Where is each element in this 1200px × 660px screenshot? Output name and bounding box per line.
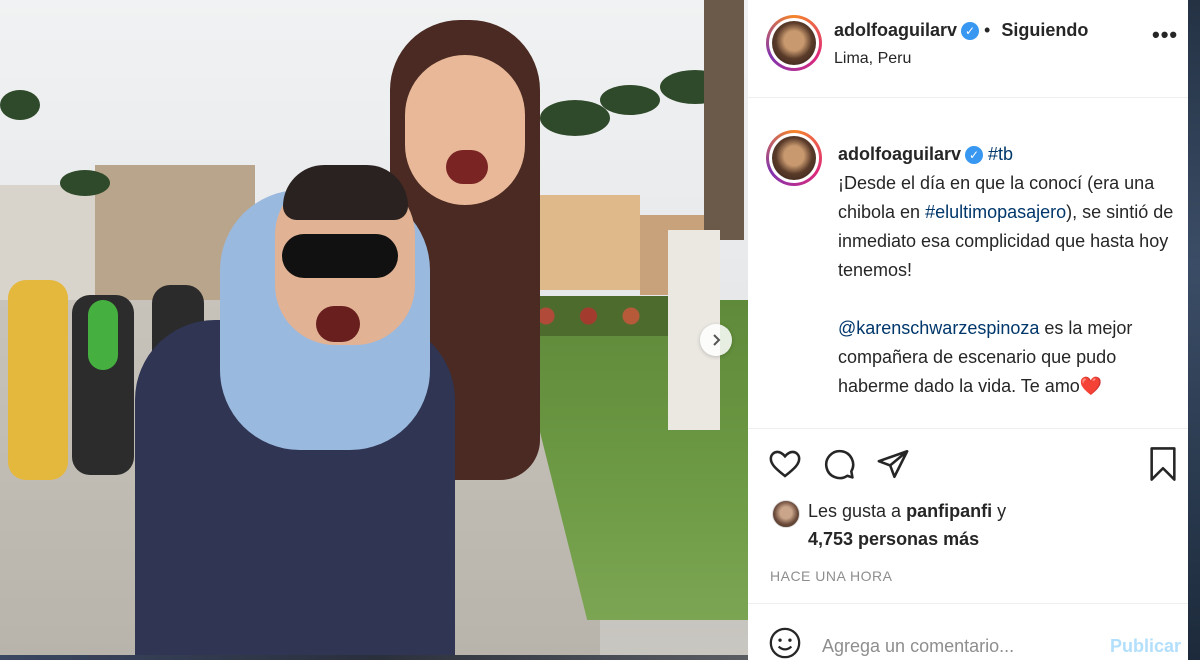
photo-palm (60, 170, 110, 196)
author-avatar[interactable] (766, 15, 822, 71)
divider (748, 428, 1188, 429)
likes-suffix: y (992, 501, 1007, 521)
post-header: adolfoaguilarv ✓ • Siguiendo Lima, Peru •… (748, 0, 1188, 98)
author-username[interactable]: adolfoaguilarv (834, 20, 957, 40)
post-photo[interactable] (0, 0, 748, 655)
chevron-right-icon (713, 334, 721, 346)
post-caption: adolfoaguilarv ✓ #tb ¡Desde el día en que… (838, 140, 1178, 401)
next-image-button[interactable] (700, 324, 732, 356)
separator-dot: • (979, 20, 996, 40)
photo-tree-trunk (704, 0, 744, 240)
hashtag-link[interactable]: #tb (988, 144, 1013, 164)
photo-sunglasses (282, 234, 398, 278)
likes-line: Les gusta a panfipanfi y (808, 501, 1006, 522)
photo-palm (600, 85, 660, 115)
verified-icon: ✓ (961, 22, 980, 41)
post-side-panel: adolfoaguilarv ✓ • Siguiendo Lima, Peru •… (748, 0, 1188, 660)
likes-summary: Les gusta a panfipanfi y 4,753 personas … (772, 498, 1172, 558)
share-icon[interactable] (876, 447, 910, 481)
photo-palm (0, 90, 40, 120)
liker-avatar[interactable] (772, 500, 800, 528)
location-link[interactable]: Lima, Peru (834, 50, 911, 68)
emoji-icon[interactable] (768, 626, 802, 660)
publish-button[interactable]: Publicar (1110, 636, 1181, 657)
photo-bystander (8, 280, 68, 480)
comment-input[interactable]: Agrega un comentario... (822, 636, 1014, 657)
caption-author-avatar[interactable] (766, 130, 822, 186)
heart-emoji: ❤️ (1079, 376, 1103, 396)
caption-author-username[interactable]: adolfoaguilarv (838, 144, 961, 164)
likes-prefix: Les gusta a (808, 501, 907, 521)
bookmark-icon[interactable] (1146, 445, 1180, 483)
hashtag-link[interactable]: #elultimopasajero (925, 202, 1066, 222)
photo-man-mouth (316, 306, 360, 342)
post-timestamp[interactable]: HACE UNA HORA (770, 568, 892, 584)
verified-icon: ✓ (965, 146, 984, 165)
photo-man-hair (283, 165, 408, 220)
liker-username[interactable]: panfipanfi (906, 501, 992, 521)
photo-woman-mouth (446, 150, 488, 184)
follow-status-button[interactable]: Siguiendo (1001, 20, 1088, 40)
mention-link[interactable]: @karenschwarzespinoza (838, 318, 1039, 338)
header-user-line: adolfoaguilarv ✓ • Siguiendo (834, 20, 1088, 41)
more-options-icon[interactable]: ••• (1152, 22, 1178, 48)
comment-icon[interactable] (822, 447, 856, 481)
heart-icon[interactable] (768, 447, 802, 481)
photo-bystander (88, 300, 118, 370)
photo-palm (540, 100, 610, 136)
background-strip (0, 655, 748, 660)
divider (748, 603, 1188, 604)
likes-count-link[interactable]: 4,753 personas más (808, 529, 979, 550)
background-strip (1188, 0, 1200, 660)
